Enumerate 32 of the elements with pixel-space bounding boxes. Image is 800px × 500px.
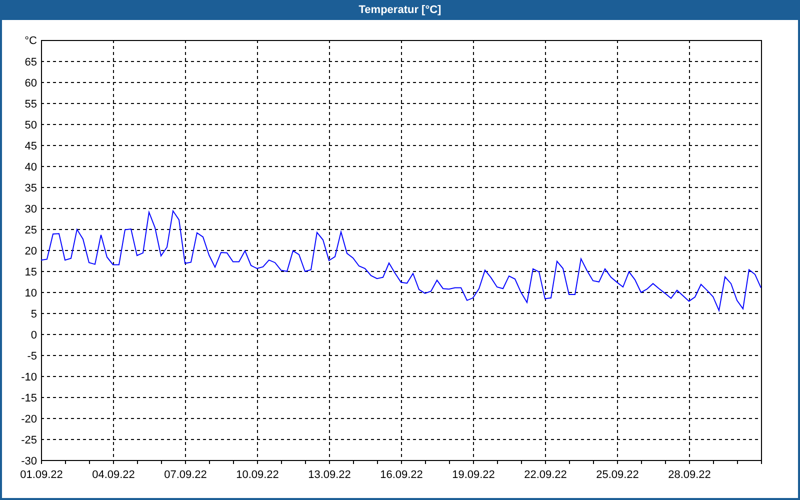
x-axis-label: 19.09.22	[452, 469, 495, 481]
y-axis-label: 30	[24, 204, 37, 216]
y-axis-label: 0	[30, 330, 37, 342]
y-axis-label: -25	[21, 434, 37, 446]
y-axis-label: -15	[21, 392, 37, 404]
y-axis-label: 5	[30, 308, 37, 320]
window-title: Temperatur [°C]	[358, 2, 442, 18]
y-axis-label: 65	[24, 56, 37, 68]
x-axis-label: 10.09.22	[236, 469, 279, 481]
y-axis-label: 15	[24, 266, 37, 278]
y-axis-label: -10	[21, 372, 37, 384]
y-axis-label: 55	[24, 98, 37, 110]
y-axis-label: 20	[24, 246, 37, 258]
x-axis-label: 22.09.22	[524, 469, 567, 481]
y-axis-label: 50	[24, 120, 37, 132]
y-axis-label: 60	[24, 78, 37, 90]
y-axis-label: 40	[24, 162, 37, 174]
y-axis-label: -20	[21, 414, 37, 426]
y-axis-label: 45	[24, 140, 37, 152]
y-axis-label: 25	[24, 224, 37, 236]
x-axis-label: 28.09.22	[668, 469, 711, 481]
x-axis-label: 13.09.22	[308, 469, 351, 481]
x-axis-label: 25.09.22	[596, 469, 639, 481]
x-axis-label: 01.09.22	[20, 469, 63, 481]
x-axis-label: 16.09.22	[380, 469, 423, 481]
y-axis-label: 35	[24, 182, 37, 194]
y-axis-label: -30	[21, 456, 37, 468]
y-axis-label: -5	[27, 350, 37, 362]
x-axis-label: 07.09.22	[164, 469, 207, 481]
y-axis-unit: °C	[24, 35, 37, 47]
y-axis-label: 10	[24, 288, 37, 300]
x-axis-label: 04.09.22	[92, 469, 135, 481]
